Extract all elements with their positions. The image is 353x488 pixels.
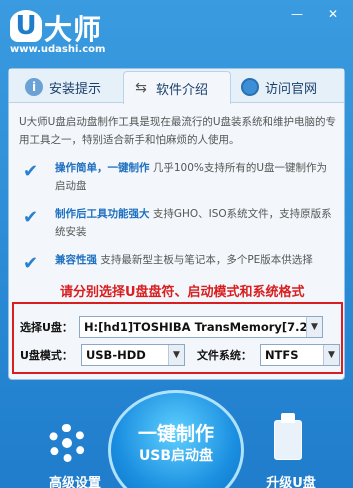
filesystem-select[interactable]: NTFS ▼	[259, 344, 340, 366]
upgrade-usb-label: 升级U盘	[266, 476, 316, 488]
filesystem-label: 文件系统：	[196, 349, 252, 362]
tab-label: 软件介绍	[156, 82, 209, 98]
mode-label: U盘模式：	[20, 349, 73, 362]
feature-heading: 操作简单，一键制作	[55, 162, 150, 174]
make-bootable-usb-button[interactable]: 一键制作 USB启动盘	[108, 390, 244, 488]
intro-text: U大师U盘启动盘制作工具是现在最流行的U盘装系统和维护电脑的专用工具之一，特别适…	[19, 116, 337, 146]
chevron-down-icon: ▼	[167, 345, 184, 365]
disk-label: 选择U盘：	[20, 321, 73, 334]
filesystem-value: NTFS	[264, 348, 299, 362]
usb-disk-value: H:[hd1]TOSHIBA TransMemory[7.25G]	[83, 320, 323, 334]
feature-heading: 兼容性强	[55, 254, 97, 266]
udashi-window: U 大师 www.udashi.com — ✕ i 安装提示 ⇆ 软件介绍 访问…	[0, 0, 353, 488]
chevron-down-icon: ▼	[322, 345, 339, 365]
usb-mode-value: USB-HDD	[85, 348, 146, 362]
feature-text: 支持最新型主板与笔记本，多个PE版本供选择	[97, 254, 313, 266]
disk-row: 选择U盘： H:[hd1]TOSHIBA TransMemory[7.25G] …	[20, 316, 323, 338]
usb-selection-box: 选择U盘： H:[hd1]TOSHIBA TransMemory[7.25G] …	[12, 302, 343, 374]
usb-mode-select[interactable]: USB-HDD ▼	[80, 344, 185, 366]
usb-icon: ⇆	[135, 80, 147, 96]
checkmark-icon: ✔	[23, 161, 39, 182]
close-button[interactable]: ✕	[322, 6, 344, 22]
tab-bar: i 安装提示 ⇆ 软件介绍 访问官网	[9, 69, 344, 104]
make-button-line2: USB启动盘	[138, 448, 214, 464]
feature-item: ✔ 操作简单，一键制作 几乎100%支持所有的U盘一键制作为启动盘	[23, 159, 339, 199]
app-logo: U 大师 www.udashi.com	[10, 8, 150, 60]
logo-mark: U	[10, 10, 42, 42]
checkmark-icon: ✔	[23, 207, 39, 228]
logo-name: 大师	[44, 13, 103, 46]
upgrade-usb-button[interactable]: 升级U盘	[246, 413, 336, 488]
advanced-settings-button[interactable]: 高级设置	[30, 420, 120, 488]
minimize-button[interactable]: —	[286, 6, 308, 22]
usb-drive-icon	[274, 413, 302, 460]
instruction-note: 请分别选择U盘盘符、启动模式和系统格式	[60, 285, 305, 300]
feature-item: ✔ 制作后工具功能强大 支持GHO、ISO系统文件，支持原版系统安装	[23, 205, 339, 245]
info-icon: i	[25, 78, 43, 96]
action-area: 高级设置 一键制作 USB启动盘 升级U盘	[0, 384, 353, 488]
feature-heading: 制作后工具功能强大	[55, 208, 150, 220]
gear-icon	[48, 424, 86, 462]
checkmark-icon: ✔	[23, 253, 39, 274]
mode-row: U盘模式： USB-HDD ▼ 文件系统： NTFS ▼	[20, 344, 340, 366]
title-bar: U 大师 www.udashi.com — ✕	[0, 0, 353, 62]
tab-software-intro[interactable]: ⇆ 软件介绍	[123, 71, 231, 104]
advanced-settings-label: 高级设置	[48, 476, 101, 488]
usb-disk-select[interactable]: H:[hd1]TOSHIBA TransMemory[7.25G] ▼	[78, 316, 323, 338]
make-button-line1: 一键制作	[137, 423, 214, 445]
tab-label: 安装提示	[49, 81, 102, 97]
globe-icon	[241, 78, 259, 96]
tab-install-tips[interactable]: i 安装提示	[17, 71, 121, 103]
tab-label: 访问官网	[265, 81, 318, 97]
logo-url: www.udashi.com	[10, 44, 106, 55]
tab-visit-website[interactable]: 访问官网	[233, 71, 337, 103]
chevron-down-icon: ▼	[305, 317, 322, 337]
